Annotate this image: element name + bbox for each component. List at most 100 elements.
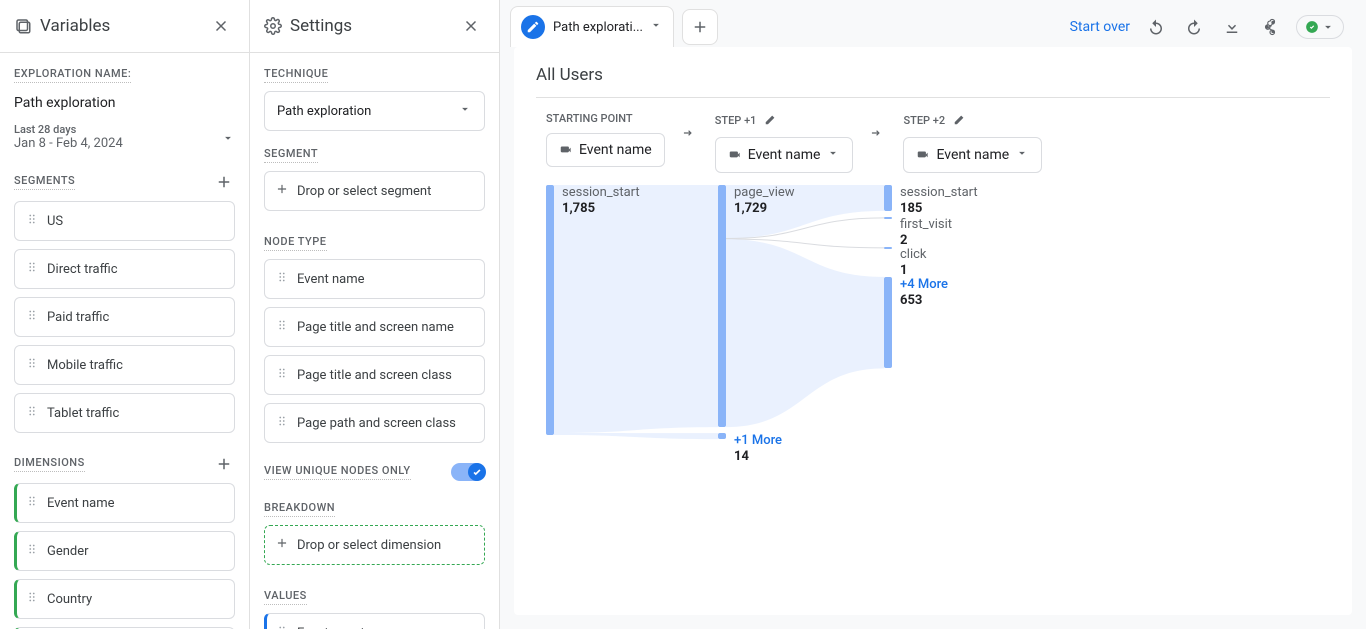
drag-handle-icon bbox=[25, 308, 39, 326]
segment-chip[interactable]: Tablet traffic bbox=[14, 393, 235, 433]
drag-handle-icon bbox=[25, 260, 39, 278]
add-tab-button[interactable] bbox=[682, 9, 718, 45]
path-node-value: 1,785 bbox=[562, 201, 640, 216]
values-label: VALUES bbox=[264, 589, 307, 605]
step2-dropdown[interactable]: Event name bbox=[903, 137, 1042, 173]
edit-step2-button[interactable] bbox=[953, 112, 967, 129]
path-node-value: 653 bbox=[900, 293, 948, 308]
start-over-button[interactable]: Start over bbox=[1070, 19, 1130, 35]
breakdown-label: BREAKDOWN bbox=[264, 501, 335, 517]
exploration-name-input[interactable]: Path exploration bbox=[14, 91, 235, 123]
path-node-more[interactable]: +1 More14 bbox=[718, 433, 782, 464]
date-range-picker[interactable]: Last 28 days Jan 8 - Feb 4, 2024 bbox=[14, 123, 235, 151]
drag-handle-icon bbox=[25, 404, 39, 422]
dimension-chip[interactable]: Gender bbox=[14, 531, 235, 571]
breakdown-drop-zone[interactable]: Drop or select dimension bbox=[264, 525, 485, 565]
drag-handle-icon bbox=[25, 494, 39, 512]
segment-label: SEGMENT bbox=[264, 147, 318, 163]
path-node-name: first_visit bbox=[900, 217, 952, 233]
path-node-name: session_start bbox=[562, 185, 640, 201]
node-type-chip[interactable]: Page title and screen name bbox=[264, 307, 485, 347]
segment-chip-label: Mobile traffic bbox=[47, 358, 123, 373]
path-node[interactable]: session_start185 bbox=[884, 185, 978, 216]
segment-placeholder: Drop or select segment bbox=[297, 184, 431, 199]
node-type-chip-label: Event name bbox=[297, 272, 365, 287]
starting-point-dropdown[interactable]: Event name bbox=[546, 133, 665, 167]
node-type-label: NODE TYPE bbox=[264, 235, 327, 251]
technique-value: Path exploration bbox=[277, 104, 371, 119]
drag-handle-icon bbox=[275, 624, 289, 629]
node-type-chip[interactable]: Event name bbox=[264, 259, 485, 299]
segment-chip[interactable]: Paid traffic bbox=[14, 297, 235, 337]
canvas-title: All Users bbox=[536, 65, 1330, 98]
chevron-down-icon bbox=[826, 146, 840, 164]
gear-icon bbox=[264, 17, 282, 35]
canvas: All Users STARTING POINT Event name STEP… bbox=[514, 47, 1352, 615]
arrow-right-icon bbox=[869, 112, 887, 146]
chevron-down-icon bbox=[649, 18, 663, 36]
close-variables-button[interactable] bbox=[209, 14, 233, 38]
path-node[interactable]: session_start1,785 bbox=[546, 185, 640, 435]
node-type-chip[interactable]: Page title and screen class bbox=[264, 355, 485, 395]
dimension-chip-label: Country bbox=[47, 592, 92, 607]
chevron-down-icon bbox=[221, 131, 235, 149]
main-area: Path explorati... Start over All Users bbox=[500, 0, 1366, 629]
drag-handle-icon bbox=[275, 414, 289, 432]
starting-point-value: Event name bbox=[579, 142, 652, 158]
pencil-icon bbox=[521, 15, 545, 39]
path-node-name: session_start bbox=[900, 185, 978, 201]
share-button[interactable] bbox=[1258, 15, 1282, 39]
value-chip-label: Event count bbox=[297, 626, 365, 629]
dimension-chip[interactable]: Event name bbox=[14, 483, 235, 523]
chevron-down-icon bbox=[1015, 146, 1029, 164]
exploration-tab[interactable]: Path explorati... bbox=[510, 6, 674, 47]
step1-label: STEP +1 bbox=[715, 114, 757, 127]
add-segment-button[interactable] bbox=[213, 171, 235, 193]
plus-icon bbox=[275, 536, 289, 554]
path-node-name: page_view bbox=[734, 185, 795, 201]
value-chip[interactable]: Event count bbox=[264, 613, 485, 629]
path-node-name: click bbox=[900, 247, 927, 263]
exploration-name-label: EXPLORATION NAME: bbox=[14, 67, 131, 83]
segment-chip-label: Paid traffic bbox=[47, 310, 109, 325]
drag-handle-icon bbox=[275, 270, 289, 288]
variables-icon bbox=[14, 17, 32, 35]
technique-label: TECHNIQUE bbox=[264, 67, 328, 83]
date-range-preset: Last 28 days bbox=[14, 123, 235, 136]
unique-nodes-toggle[interactable] bbox=[451, 463, 485, 481]
step1-dropdown[interactable]: Event name bbox=[715, 137, 854, 173]
node-type-chip[interactable]: Page path and screen class bbox=[264, 403, 485, 443]
segment-drop-zone[interactable]: Drop or select segment bbox=[264, 171, 485, 211]
step2-label: STEP +2 bbox=[903, 114, 945, 127]
path-node-value: 185 bbox=[900, 201, 978, 216]
date-range-full: Jan 8 - Feb 4, 2024 bbox=[14, 136, 235, 151]
edit-step1-button[interactable] bbox=[764, 112, 778, 129]
breakdown-placeholder: Drop or select dimension bbox=[297, 538, 441, 553]
segment-chip[interactable]: Mobile traffic bbox=[14, 345, 235, 385]
path-node-more-link[interactable]: +1 More bbox=[734, 433, 782, 449]
status-button[interactable] bbox=[1296, 15, 1344, 39]
technique-select[interactable]: Path exploration bbox=[264, 91, 485, 131]
path-node-more-link[interactable]: +4 More bbox=[900, 277, 948, 293]
path-node[interactable]: first_visit2 bbox=[884, 217, 952, 248]
download-button[interactable] bbox=[1220, 15, 1244, 39]
close-settings-button[interactable] bbox=[459, 14, 483, 38]
unique-nodes-label: VIEW UNIQUE NODES ONLY bbox=[264, 464, 411, 480]
path-node-more[interactable]: +4 More653 bbox=[884, 277, 948, 368]
redo-button[interactable] bbox=[1182, 15, 1206, 39]
segments-label: SEGMENTS bbox=[14, 174, 75, 190]
node-type-chip-label: Page title and screen class bbox=[297, 368, 452, 383]
dimensions-label: DIMENSIONS bbox=[14, 456, 85, 472]
drag-handle-icon bbox=[25, 590, 39, 608]
undo-button[interactable] bbox=[1144, 15, 1168, 39]
dimension-chip[interactable]: Country bbox=[14, 579, 235, 619]
step2-value: Event name bbox=[936, 147, 1009, 163]
path-node[interactable]: page_view1,729 bbox=[718, 185, 795, 427]
path-node[interactable]: click1 bbox=[884, 247, 927, 278]
segment-chip-label: Tablet traffic bbox=[47, 406, 119, 421]
segment-chip[interactable]: US bbox=[14, 201, 235, 241]
settings-panel: Settings TECHNIQUE Path exploration SEGM… bbox=[250, 0, 500, 629]
add-dimension-button[interactable] bbox=[213, 453, 235, 475]
dimension-chip-label: Event name bbox=[47, 496, 115, 511]
segment-chip[interactable]: Direct traffic bbox=[14, 249, 235, 289]
